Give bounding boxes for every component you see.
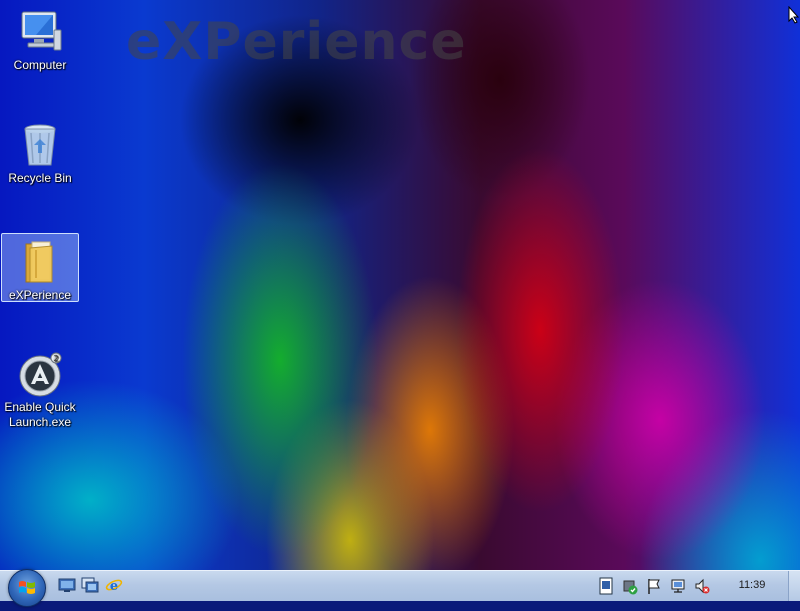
start-button[interactable] [8, 569, 46, 607]
security-shield-icon[interactable] [622, 577, 638, 595]
app-icon: 2 [16, 350, 64, 398]
svg-text:2: 2 [53, 354, 58, 363]
recycle-bin-icon [16, 121, 64, 169]
desktop-icon-label: Computer [13, 58, 67, 72]
desktop-wallpaper[interactable]: eXPerience Computer Recycle Bin eXPerien… [0, 0, 800, 570]
internet-explorer-icon[interactable]: e [105, 577, 123, 593]
desktop-icon-label: Enable Quick Launch.exe [4, 400, 76, 429]
switch-windows-icon[interactable] [81, 577, 99, 593]
volume-muted-icon[interactable] [694, 577, 710, 595]
computer-icon [16, 8, 64, 56]
taskbar: e 11:39 [0, 569, 800, 607]
desktop-icon-label: eXPerience [8, 288, 72, 302]
desktop-icon-experience-folder[interactable]: eXPerience [1, 233, 79, 302]
show-desktop-icon[interactable] [58, 577, 76, 593]
taskbar-clock[interactable]: 11:39 [724, 579, 780, 591]
action-center-flag-icon[interactable] [646, 577, 662, 595]
desktop-icon-label: Recycle Bin [8, 171, 72, 185]
show-desktop-button[interactable] [788, 571, 800, 601]
wallpaper-brand-text: eXPerience [126, 12, 467, 72]
folder-icon [16, 238, 64, 286]
windows-logo-icon [19, 581, 35, 594]
desktop-icon-computer[interactable]: Computer [1, 4, 79, 76]
svg-text:e: e [110, 579, 118, 593]
network-icon[interactable] [670, 577, 686, 595]
desktop-icon-enable-quick-launch[interactable]: 2 Enable Quick Launch.exe [1, 346, 79, 434]
desktop-icon-recycle-bin[interactable]: Recycle Bin [1, 117, 79, 189]
mouse-pointer-icon [788, 6, 800, 24]
document-icon[interactable] [598, 577, 614, 595]
